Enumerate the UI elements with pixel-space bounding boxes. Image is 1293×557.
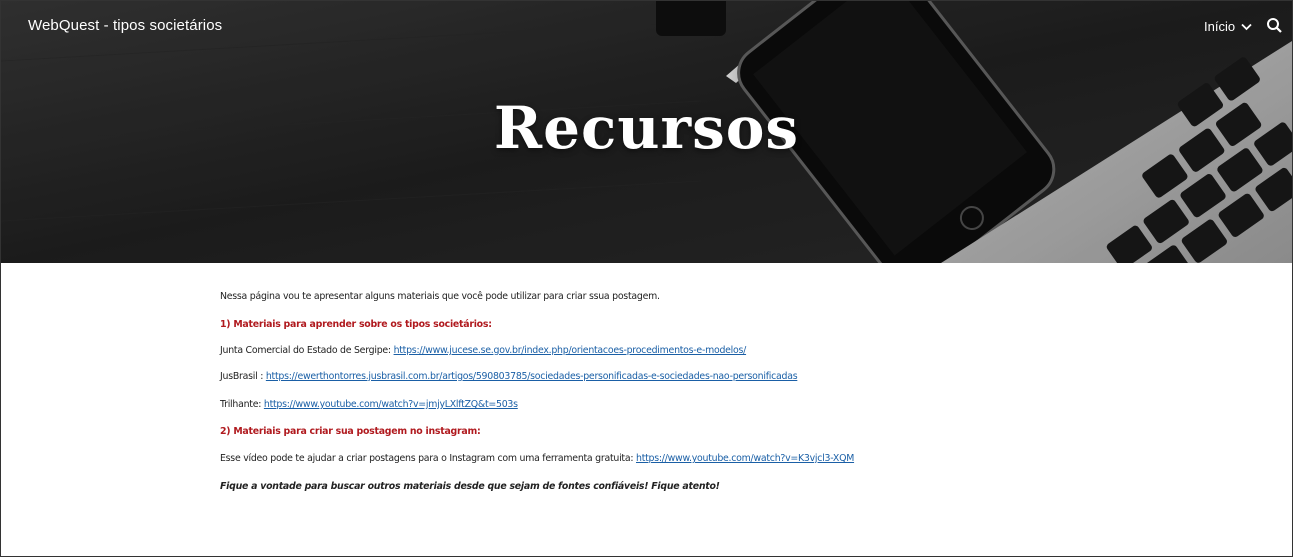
- closing-note: Fique a vontade para buscar outros mater…: [220, 481, 720, 492]
- resource-jusbrasil-link[interactable]: https://ewerthontorres.jusbrasil.com.br/…: [266, 371, 798, 382]
- resource-trilhante-link[interactable]: https://www.youtube.com/watch?v=jmjyLXlf…: [264, 399, 518, 410]
- resource-jucese-label: Junta Comercial do Estado de Sergipe:: [220, 345, 394, 356]
- resource-video: Esse vídeo pode te ajudar a criar postag…: [220, 453, 854, 464]
- section2-heading: 2) Materiais para criar sua postagem no …: [220, 426, 481, 437]
- section1-heading: 1) Materiais para aprender sobre os tipo…: [220, 319, 492, 330]
- nav-menu-inicio[interactable]: Início: [1204, 19, 1252, 34]
- resource-jusbrasil: JusBrasil : https://ewerthontorres.jusbr…: [220, 371, 798, 382]
- resource-video-link[interactable]: https://www.youtube.com/watch?v=K3vjcl3-…: [636, 453, 854, 464]
- search-button[interactable]: [1265, 16, 1285, 36]
- chevron-down-icon: [1241, 23, 1252, 30]
- resource-trilhante-label: Trilhante:: [220, 399, 264, 410]
- resource-video-label: Esse vídeo pode te ajudar a criar postag…: [220, 453, 636, 464]
- intro-text: Nessa página vou te apresentar alguns ma…: [220, 291, 660, 302]
- resource-jusbrasil-label: JusBrasil :: [220, 371, 266, 382]
- nav-inicio-label: Início: [1204, 19, 1236, 34]
- resource-jucese-link[interactable]: https://www.jucese.se.gov.br/index.php/o…: [394, 345, 747, 356]
- search-icon: [1267, 18, 1282, 33]
- resource-jucese: Junta Comercial do Estado de Sergipe: ht…: [220, 345, 746, 356]
- page-title: Recursos: [493, 94, 800, 162]
- site-title[interactable]: WebQuest - tipos societários: [28, 17, 222, 34]
- hero-banner: WebQuest - tipos societários Início Recu…: [1, 1, 1292, 263]
- page-frame: WebQuest - tipos societários Início Recu…: [0, 0, 1293, 557]
- resource-trilhante: Trilhante: https://www.youtube.com/watch…: [220, 399, 518, 410]
